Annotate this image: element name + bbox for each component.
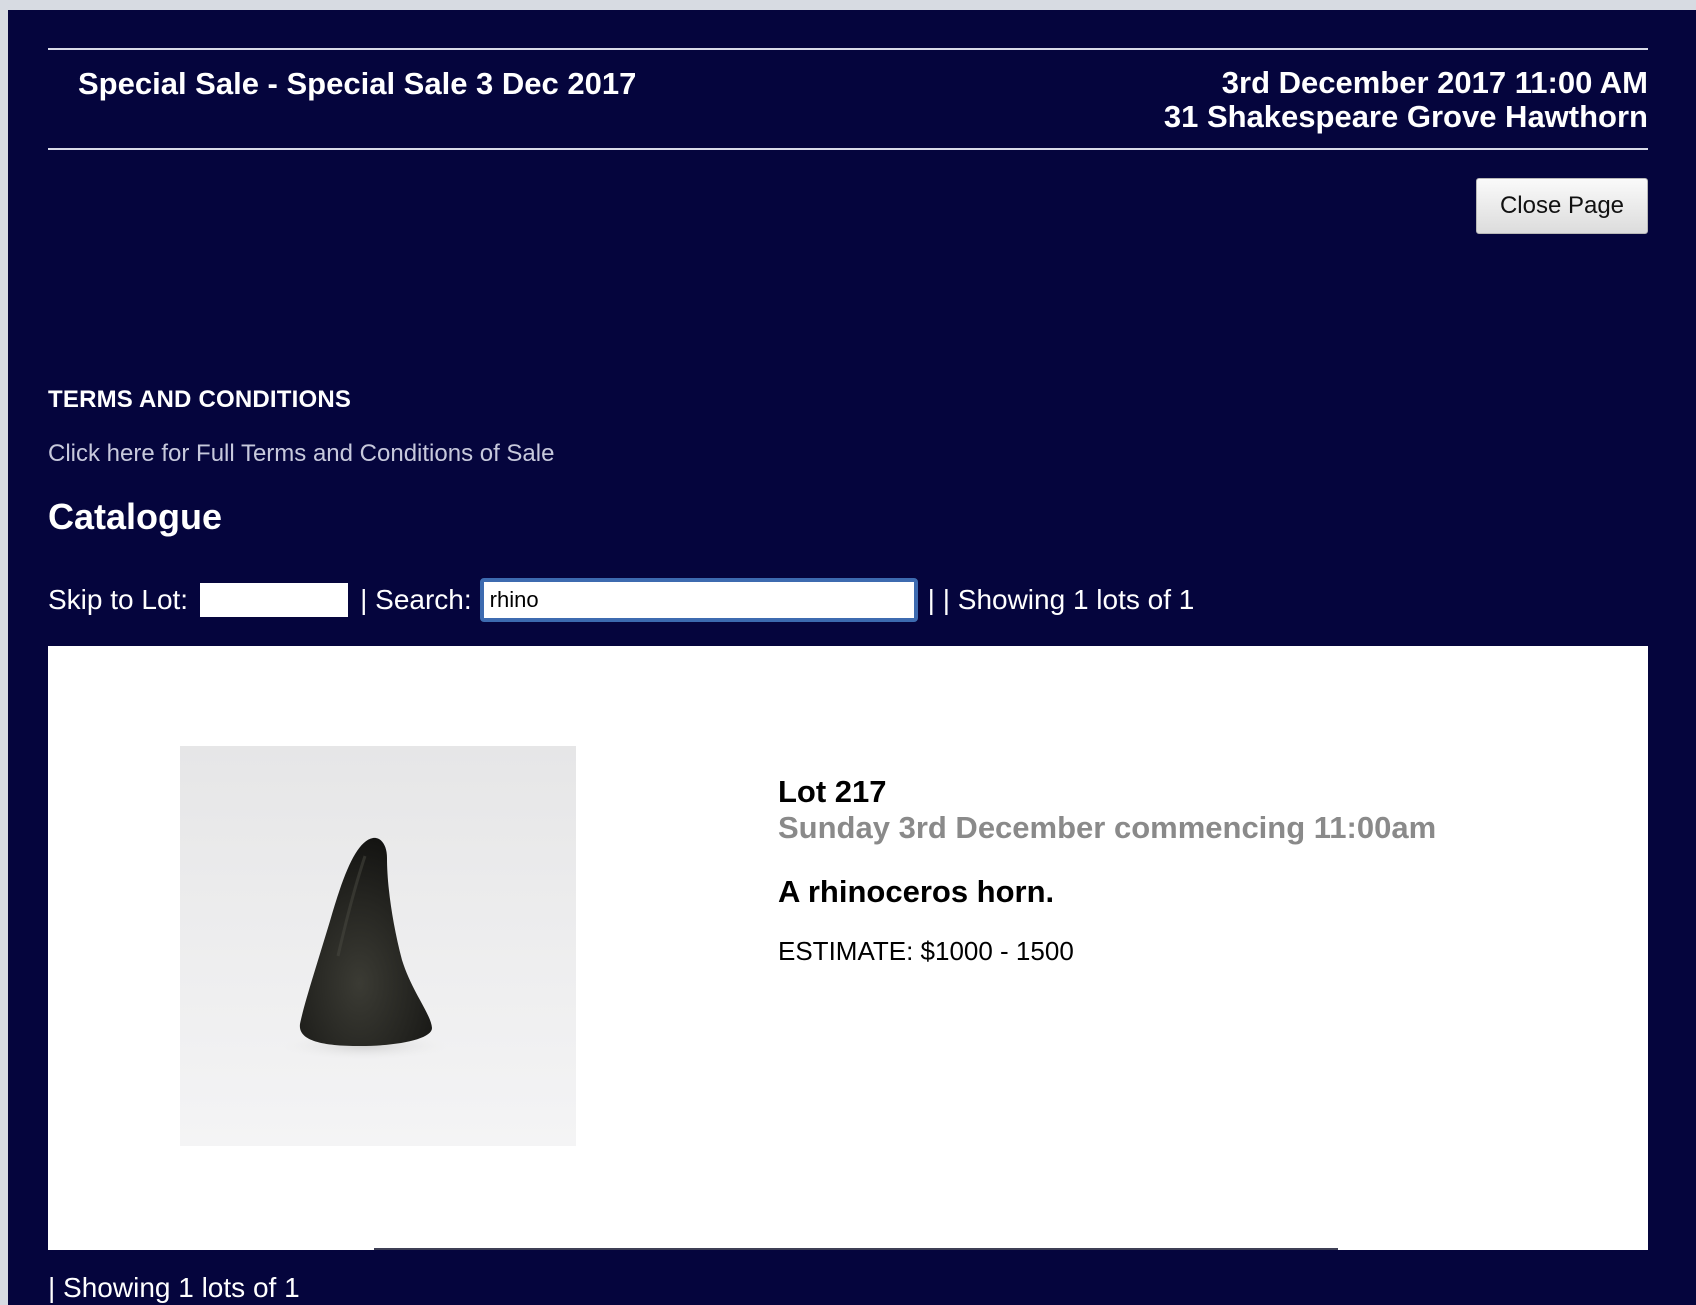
panel-divider (374, 1248, 1338, 1250)
sale-datetime: 3rd December 2017 11:00 AM (1221, 65, 1648, 100)
search-input[interactable] (479, 578, 918, 622)
terms-link[interactable]: Click here for Full Terms and Conditions… (48, 440, 554, 468)
results-count: | | Showing 1 lots of 1 (927, 584, 1195, 615)
sale-address: 31 Shakespeare Grove Hawthorn (1163, 99, 1648, 134)
rhino-horn-photo-icon (283, 837, 447, 1060)
terms-heading: TERMS AND CONDITIONS (48, 386, 352, 413)
header-top-divider (48, 48, 1648, 50)
lot-session: Sunday 3rd December commencing 11:00am (778, 810, 1437, 845)
catalogue-title: Catalogue (48, 496, 223, 537)
catalogue-toolbar: Skip to Lot: | Search: | | Showing 1 lot… (48, 576, 1194, 624)
sale-title: Special Sale - Special Sale 3 Dec 2017 (78, 66, 637, 101)
lot-estimate: ESTIMATE: $1000 - 1500 (778, 936, 1074, 966)
lot-number: Lot 217 (778, 774, 887, 809)
skip-to-lot-label: Skip to Lot: (48, 584, 189, 615)
lot-card: Lot 217 Sunday 3rd December commencing 1… (48, 646, 1648, 1250)
skip-to-lot-input[interactable] (200, 583, 349, 617)
header-bottom-divider (48, 148, 1648, 150)
lot-description: A rhinoceros horn. (778, 874, 1055, 909)
catalogue-page: Special Sale - Special Sale 3 Dec 2017 3… (8, 10, 1696, 1305)
search-label: | Search: (360, 584, 472, 615)
lot-image[interactable] (180, 746, 576, 1146)
close-page-button[interactable]: Close Page (1476, 178, 1648, 234)
sale-meta: 3rd December 2017 11:00 AM 31 Shakespear… (1164, 66, 1648, 134)
bottom-results-count: | Showing 1 lots of 1 (48, 1272, 300, 1303)
